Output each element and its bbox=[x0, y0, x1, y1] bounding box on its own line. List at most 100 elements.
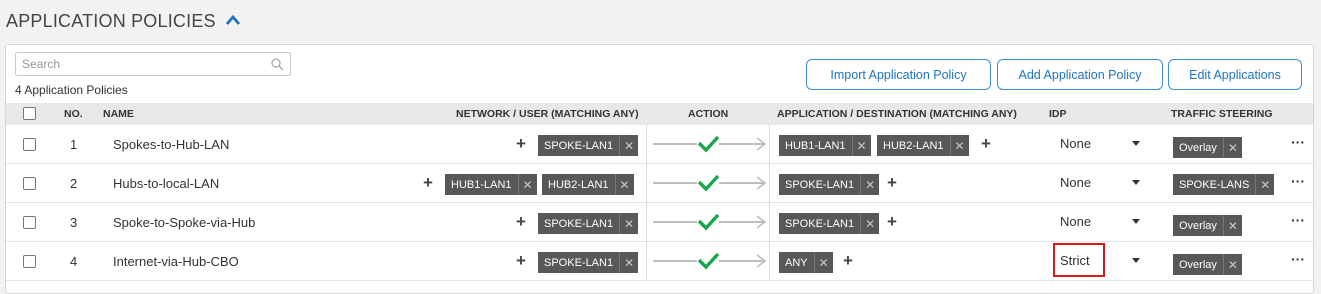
policy-name: Spokes-to-Hub-LAN bbox=[113, 137, 230, 152]
chevron-up-icon[interactable] bbox=[224, 12, 242, 30]
chevron-down-icon[interactable] bbox=[1132, 141, 1140, 146]
close-icon[interactable]: ✕ bbox=[1222, 137, 1242, 158]
tag-label: HUB2-LAN1 bbox=[883, 139, 944, 152]
plus-icon[interactable]: + bbox=[516, 213, 526, 230]
more-icon[interactable]: ··· bbox=[1291, 251, 1305, 267]
col-traffic-steering: TRAFFIC STEERING bbox=[1171, 108, 1273, 120]
select-all-checkbox[interactable] bbox=[23, 107, 36, 120]
tag-label: SPOKE-LANS bbox=[1179, 178, 1250, 191]
close-icon[interactable]: ✕ bbox=[1222, 254, 1242, 275]
network-tag: SPOKE-LAN1 ✕ bbox=[538, 213, 639, 234]
idp-select[interactable]: None bbox=[1060, 175, 1091, 190]
plus-icon[interactable]: + bbox=[887, 174, 897, 191]
steering-tag: Overlay ✕ bbox=[1173, 254, 1242, 275]
steering-tag: SPOKE-LANS ✕ bbox=[1173, 174, 1275, 195]
check-icon bbox=[653, 252, 767, 270]
idp-select[interactable]: Strict bbox=[1060, 253, 1090, 268]
idp-select[interactable]: None bbox=[1060, 136, 1091, 151]
row-number: 3 bbox=[70, 215, 78, 230]
action-allow bbox=[646, 203, 770, 242]
import-policy-button[interactable]: Import Application Policy bbox=[806, 59, 991, 90]
table-row[interactable]: 3 Spoke-to-Spoke-via-Hub + SPOKE-LAN1 ✕ S… bbox=[6, 203, 1313, 242]
application-tag: HUB2-LAN1 ✕ bbox=[877, 135, 969, 156]
application-tag: HUB1-LAN1 ✕ bbox=[779, 135, 871, 156]
close-icon[interactable]: ✕ bbox=[517, 174, 537, 195]
row-number: 1 bbox=[70, 137, 78, 152]
plus-icon[interactable]: + bbox=[981, 135, 991, 152]
policy-name: Spoke-to-Spoke-via-Hub bbox=[113, 215, 256, 230]
tag-label: HUB2-LAN1 bbox=[548, 178, 609, 191]
section-header: APPLICATION POLICIES bbox=[6, 8, 242, 34]
row-number: 4 bbox=[70, 254, 78, 269]
tag-label: Overlay bbox=[1179, 141, 1217, 154]
policy-name: Hubs-to-local-LAN bbox=[113, 176, 220, 191]
col-name: NAME bbox=[103, 108, 134, 120]
table-header: NO. NAME NETWORK / USER (MATCHING ANY) A… bbox=[6, 103, 1313, 125]
edit-applications-button[interactable]: Edit Applications bbox=[1168, 59, 1302, 90]
plus-icon[interactable]: + bbox=[516, 135, 526, 152]
col-idp: IDP bbox=[1049, 108, 1067, 120]
close-icon[interactable]: ✕ bbox=[949, 135, 969, 156]
row-number: 2 bbox=[70, 176, 78, 191]
tag-label: HUB1-LAN1 bbox=[785, 139, 846, 152]
action-allow bbox=[646, 164, 770, 203]
search-box[interactable] bbox=[15, 52, 291, 76]
col-application: APPLICATION / DESTINATION (MATCHING ANY) bbox=[777, 108, 1017, 120]
application-tag: ANY ✕ bbox=[779, 252, 833, 273]
col-network: NETWORK / USER (MATCHING ANY) bbox=[456, 108, 639, 120]
close-icon[interactable]: ✕ bbox=[619, 135, 638, 156]
action-allow bbox=[646, 125, 770, 164]
close-icon[interactable]: ✕ bbox=[619, 252, 638, 273]
network-tag: SPOKE-LAN1 ✕ bbox=[538, 135, 639, 156]
add-policy-button[interactable]: Add Application Policy bbox=[997, 59, 1163, 90]
close-icon[interactable]: ✕ bbox=[614, 174, 634, 195]
more-icon[interactable]: ··· bbox=[1291, 134, 1305, 150]
steering-tag: Overlay ✕ bbox=[1173, 215, 1242, 236]
close-icon[interactable]: ✕ bbox=[851, 135, 871, 156]
close-icon[interactable]: ✕ bbox=[860, 174, 879, 195]
search-input[interactable] bbox=[22, 57, 262, 71]
tag-label: ANY bbox=[785, 256, 808, 269]
table-row[interactable]: 4 Internet-via-Hub-CBO + SPOKE-LAN1 ✕ ANY… bbox=[6, 242, 1313, 281]
tag-label: SPOKE-LAN1 bbox=[544, 256, 614, 269]
table-row[interactable]: 1 Spokes-to-Hub-LAN + SPOKE-LAN1 ✕ HUB1-L… bbox=[6, 125, 1313, 164]
close-icon[interactable]: ✕ bbox=[1222, 215, 1242, 236]
row-checkbox[interactable] bbox=[23, 177, 36, 190]
check-icon bbox=[653, 135, 767, 153]
more-icon[interactable]: ··· bbox=[1291, 173, 1305, 189]
close-icon[interactable]: ✕ bbox=[1255, 174, 1274, 195]
close-icon[interactable]: ✕ bbox=[619, 213, 638, 234]
plus-icon[interactable]: + bbox=[423, 174, 433, 191]
tag-label: SPOKE-LAN1 bbox=[544, 139, 614, 152]
policy-name: Internet-via-Hub-CBO bbox=[113, 254, 239, 269]
chevron-down-icon[interactable] bbox=[1132, 219, 1140, 224]
tag-label: SPOKE-LAN1 bbox=[544, 217, 614, 230]
close-icon[interactable]: ✕ bbox=[813, 252, 833, 273]
chevron-down-icon[interactable] bbox=[1132, 180, 1140, 185]
row-checkbox[interactable] bbox=[23, 216, 36, 229]
idp-select[interactable]: None bbox=[1060, 214, 1091, 229]
tag-label: SPOKE-LAN1 bbox=[785, 178, 855, 191]
chevron-down-icon[interactable] bbox=[1132, 258, 1140, 263]
network-tag: SPOKE-LAN1 ✕ bbox=[538, 252, 639, 273]
col-action: ACTION bbox=[688, 108, 729, 120]
steering-tag: Overlay ✕ bbox=[1173, 137, 1242, 158]
row-checkbox[interactable] bbox=[23, 255, 36, 268]
application-tag: SPOKE-LAN1 ✕ bbox=[779, 174, 880, 195]
tag-label: Overlay bbox=[1179, 258, 1217, 271]
tag-label: HUB1-LAN1 bbox=[451, 178, 512, 191]
more-icon[interactable]: ··· bbox=[1291, 212, 1305, 228]
check-icon bbox=[653, 174, 767, 192]
plus-icon[interactable]: + bbox=[843, 252, 853, 269]
check-icon bbox=[653, 213, 767, 231]
plus-icon[interactable]: + bbox=[887, 213, 897, 230]
table-row[interactable]: 2 Hubs-to-local-LAN + HUB1-LAN1 ✕ HUB2-LA… bbox=[6, 164, 1313, 203]
policies-panel: 4 Application Policies Import Applicatio… bbox=[5, 44, 1314, 294]
policy-count: 4 Application Policies bbox=[15, 83, 128, 97]
close-icon[interactable]: ✕ bbox=[860, 213, 879, 234]
row-checkbox[interactable] bbox=[23, 138, 36, 151]
plus-icon[interactable]: + bbox=[516, 252, 526, 269]
search-icon bbox=[271, 58, 284, 71]
col-no: NO. bbox=[64, 108, 83, 120]
tag-label: SPOKE-LAN1 bbox=[785, 217, 855, 230]
